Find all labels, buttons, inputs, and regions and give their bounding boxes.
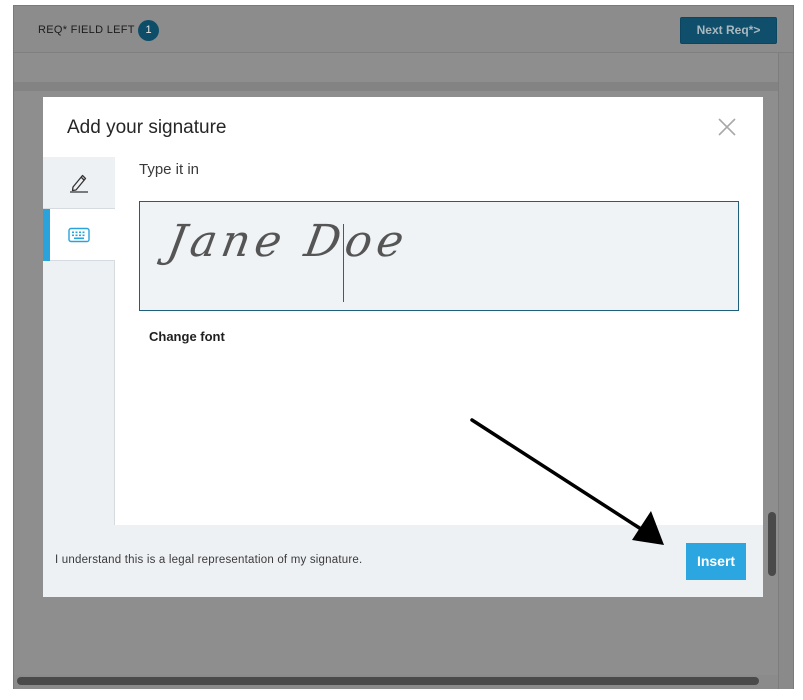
close-icon	[718, 118, 736, 136]
section-title: Type it in	[139, 161, 200, 178]
dialog-title: Add your signature	[67, 117, 227, 138]
right-panel	[778, 53, 793, 689]
change-font-link[interactable]: Change font	[149, 329, 225, 344]
horizontal-scrollbar[interactable]	[17, 677, 759, 685]
insert-button[interactable]: Insert	[686, 543, 746, 580]
vertical-scrollbar[interactable]	[768, 512, 776, 576]
tab-type[interactable]	[43, 209, 115, 261]
active-tab-indicator	[43, 209, 50, 261]
signature-dialog: Add your signature Type it in Jane Doe C…	[43, 97, 763, 597]
required-fields-label: REQ* FIELD LEFT	[38, 24, 135, 36]
legal-disclaimer: I understand this is a legal representat…	[55, 554, 363, 566]
signature-text: Jane Doe	[163, 216, 413, 267]
next-required-button[interactable]: Next Req*>	[680, 17, 777, 44]
pencil-icon	[70, 174, 88, 193]
signature-method-tabs	[43, 157, 115, 525]
keyboard-icon	[68, 227, 90, 243]
text-caret	[343, 224, 344, 302]
document-strip	[14, 82, 778, 91]
top-toolbar: REQ* FIELD LEFT 1 Next Req*>	[14, 6, 793, 53]
required-count-badge: 1	[138, 20, 159, 41]
close-button[interactable]	[716, 116, 738, 138]
signature-input[interactable]: Jane Doe	[139, 201, 739, 311]
tab-draw[interactable]	[43, 157, 115, 209]
dialog-footer: I understand this is a legal representat…	[43, 525, 763, 597]
